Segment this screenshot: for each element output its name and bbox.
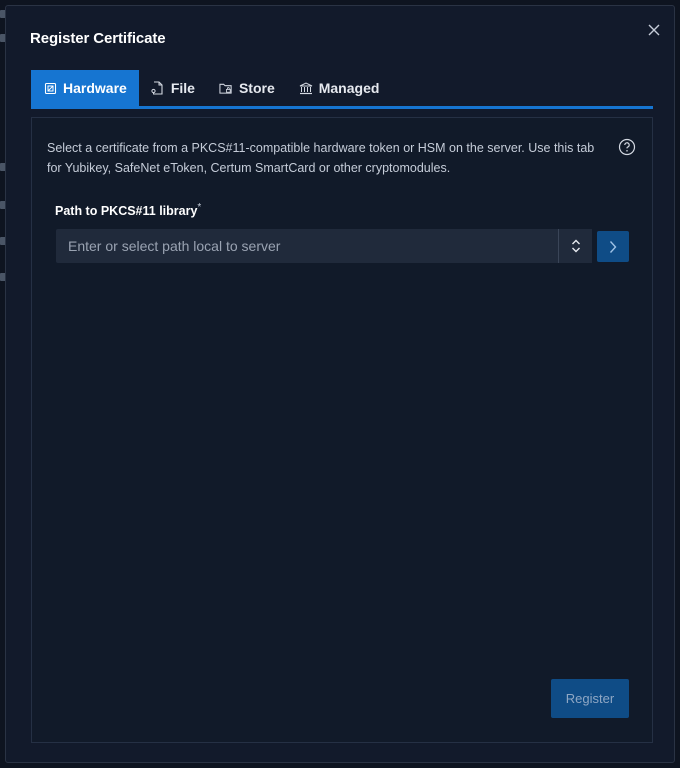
tab-file[interactable]: File: [139, 70, 207, 106]
help-button[interactable]: [618, 138, 636, 156]
path-label: Path to PKCS#11 library*: [55, 202, 201, 218]
chip-icon: [43, 81, 57, 95]
tab-managed[interactable]: Managed: [287, 70, 392, 106]
tab-label: Store: [238, 80, 275, 96]
tab-label: Hardware: [63, 80, 127, 96]
tab-label: File: [170, 80, 195, 96]
pkcs11-path-input[interactable]: [56, 229, 558, 263]
tab-hardware[interactable]: Hardware: [31, 70, 139, 106]
required-mark: *: [197, 202, 202, 213]
close-button[interactable]: [644, 20, 664, 40]
path-select-stepper[interactable]: [558, 229, 592, 263]
tab-label: Managed: [318, 80, 380, 96]
hardware-panel: Select a certificate from a PKCS#11-comp…: [31, 117, 653, 743]
help-circle-icon: [618, 138, 636, 156]
close-icon: [648, 24, 660, 36]
chevron-right-icon: [609, 240, 617, 253]
dialog-title: Register Certificate: [30, 30, 166, 47]
path-label-text: Path to PKCS#11 library: [55, 204, 198, 219]
tab-store[interactable]: Store: [207, 70, 287, 106]
register-certificate-dialog: Register Certificate Hardware File Store…: [5, 5, 675, 763]
bank-icon: [299, 81, 313, 95]
tab-bar: Hardware File Store Managed: [31, 70, 653, 109]
hardware-description: Select a certificate from a PKCS#11-comp…: [47, 141, 595, 175]
file-key-icon: [151, 81, 165, 95]
browse-path-button[interactable]: [597, 231, 629, 262]
folder-lock-icon: [219, 81, 233, 95]
register-button[interactable]: Register: [551, 679, 629, 718]
chevron-up-down-icon: [571, 239, 580, 253]
